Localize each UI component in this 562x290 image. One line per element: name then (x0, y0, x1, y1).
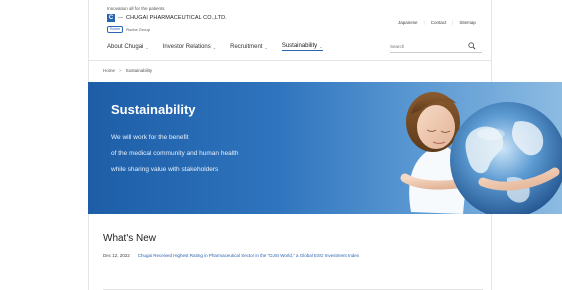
nav-item-sustainability[interactable]: Sustainability ⌄ (281, 43, 323, 51)
breadcrumb: Home > Sustainability (103, 68, 152, 73)
news-item: Dec 12, 2022 Chugai Received Highest Rat… (103, 253, 359, 258)
utility-separator: | (423, 20, 425, 25)
nav-item-investor-relations[interactable]: Investor Relations ⌄ (163, 43, 216, 51)
chevron-down-icon: ⌄ (264, 44, 268, 50)
nav-item-label: Sustainability (281, 43, 318, 49)
roche-group-text: Roche Group (126, 27, 150, 32)
roche-badge: Roche (107, 26, 124, 33)
news-date: Dec 12, 2022 (103, 253, 130, 258)
nav-item-label: About Chugai (107, 44, 144, 50)
utility-link-sitemap[interactable]: Sitemap (459, 20, 476, 25)
search-box (390, 41, 482, 53)
nav-item-recruitment[interactable]: Recruitment ⌄ (230, 43, 268, 51)
hero-line-1: We will work for the benefit (111, 134, 189, 141)
logo-text: CHUGAI PHARMACEUTICAL CO.,LTD. (126, 15, 227, 21)
globe-illustration (450, 102, 562, 214)
chevron-down-icon: ⌄ (212, 44, 217, 50)
hero-image (400, 92, 562, 214)
nav-item-label: Recruitment (230, 44, 263, 50)
breadcrumb-separator: > (119, 68, 122, 73)
chevron-down-icon: ⌄ (319, 43, 323, 49)
utility-link-contact[interactable]: Contact (431, 20, 447, 25)
group-affiliation: Roche Roche Group (107, 26, 150, 33)
company-logo[interactable]: C — CHUGAI PHARMACEUTICAL CO.,LTD. (107, 14, 227, 22)
logo-mark: C (107, 14, 115, 22)
hero-line-3: while sharing value with stakeholders (111, 166, 219, 173)
utility-nav: Japanese | Contact | Sitemap (398, 20, 476, 25)
corporate-tagline: Innovation all for the patients (107, 6, 165, 11)
hero-banner: Sustainability We will work for the bene… (88, 82, 562, 214)
breadcrumb-current: Sustainability (125, 68, 153, 73)
utility-link-japanese[interactable]: Japanese (398, 20, 418, 25)
breadcrumb-home[interactable]: Home (103, 68, 115, 73)
logo-dash: — (118, 15, 123, 21)
nav-item-label: Investor Relations (162, 44, 211, 50)
main-nav: About Chugai ⌄ Investor Relations ⌄ Recr… (107, 43, 323, 51)
search-input[interactable] (390, 44, 466, 49)
whats-new-title: What's New (103, 233, 157, 244)
hero-line-2: of the medical community and human healt… (111, 150, 239, 157)
chevron-down-icon: ⌄ (145, 44, 149, 50)
hero-title: Sustainability (111, 102, 196, 117)
news-link[interactable]: Chugai Received Highest Rating in Pharma… (138, 253, 359, 258)
utility-separator: | (452, 20, 454, 25)
nav-item-about-chugai[interactable]: About Chugai ⌄ (107, 43, 149, 51)
header-divider (88, 60, 492, 61)
search-icon[interactable] (468, 42, 476, 50)
